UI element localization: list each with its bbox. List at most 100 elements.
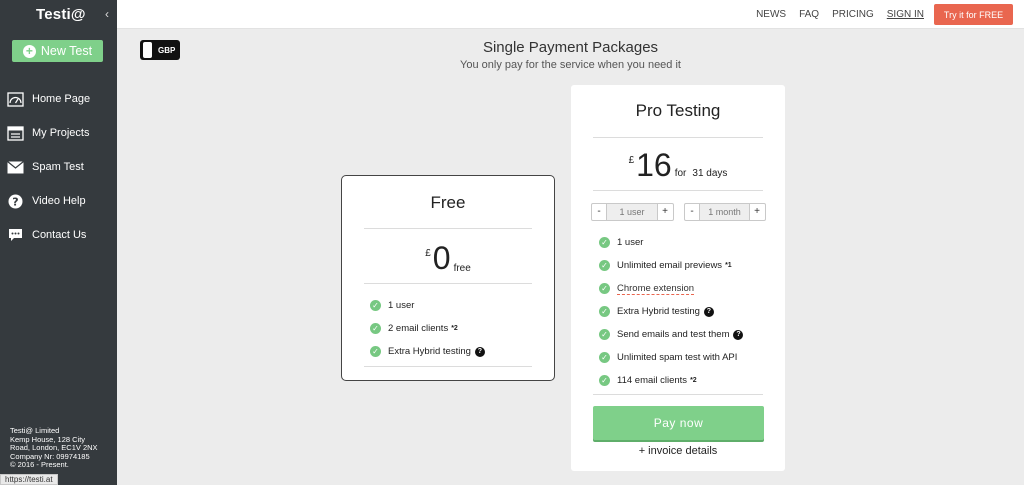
divider	[364, 283, 532, 284]
price-period: 31 days	[692, 168, 728, 179]
feature-text: Extra Hybrid testing	[388, 346, 471, 357]
feature-item: ✓ Extra Hybrid testing ?	[370, 340, 554, 363]
help-icon: ?	[7, 194, 24, 209]
help-icon[interactable]: ?	[474, 346, 485, 357]
sidebar-item-label: My Projects	[32, 127, 90, 139]
check-icon: ✓	[599, 283, 610, 294]
feature-text: 1 user	[388, 300, 415, 311]
divider	[593, 137, 763, 138]
feature-item: ✓ 2 email clients *2	[370, 317, 554, 340]
chrome-extension-link[interactable]: Chrome extension	[617, 283, 695, 295]
check-icon: ✓	[599, 260, 610, 271]
page-title: Single Payment Packages	[482, 39, 659, 56]
check-icon: ✓	[370, 300, 381, 311]
chevron-left-icon[interactable]: ‹	[105, 7, 109, 21]
price-suffix: free	[453, 263, 471, 274]
new-test-button[interactable]: + New Test	[12, 40, 103, 62]
sidebar-item-label: Video Help	[32, 195, 86, 207]
price-amount: 16	[636, 147, 672, 183]
feature-text: Unlimited email previews	[617, 260, 723, 271]
divider	[364, 366, 532, 367]
divider	[364, 228, 532, 229]
price-for: for	[674, 168, 687, 179]
logo-bar: Testi@ ‹	[0, 0, 117, 28]
plan-price: £ 16 for 31 days	[571, 147, 785, 183]
status-url: https://testi.at	[0, 474, 58, 485]
sidebar-item-my-projects[interactable]: My Projects	[0, 116, 117, 150]
new-test-label: New Test	[40, 44, 93, 58]
users-stepper: - 1 user +	[591, 203, 674, 221]
sidebar-item-contact-us[interactable]: Contact Us	[0, 218, 117, 252]
sidebar-item-video-help[interactable]: ? Video Help	[0, 184, 117, 218]
check-icon: ✓	[599, 352, 610, 363]
sidebar-item-spam-test[interactable]: Spam Test	[0, 150, 117, 184]
feature-item: ✓ Unlimited spam test with API	[599, 346, 785, 369]
feature-text: 114 email clients	[617, 375, 688, 386]
free-plan-card: Free £ 0 free ✓ 1 user ✓ 2 email clients…	[341, 175, 555, 381]
dashboard-icon	[7, 91, 24, 107]
feature-item: ✓ 1 user	[599, 231, 785, 254]
top-nav-bar: NEWS FAQ PRICING SIGN IN Try it for FREE	[117, 0, 1024, 29]
feature-item: ✓ Chrome extension	[599, 277, 785, 300]
users-value: 1 user	[607, 204, 657, 220]
nav-faq-link[interactable]: FAQ	[799, 9, 819, 20]
plan-price: £ 0 free	[342, 240, 554, 276]
users-decrement-button[interactable]: -	[592, 204, 607, 220]
page-subtitle: You only pay for the service when you ne…	[460, 59, 681, 71]
check-icon: ✓	[599, 306, 610, 317]
sidebar: Testi@ ‹ + New Test Home Page My Project…	[0, 0, 117, 485]
feature-list: ✓ 1 user ✓ Unlimited email previews *1 ✓…	[571, 231, 785, 392]
company-info: Testi@ Limited Kemp House, 128 City Road…	[10, 426, 110, 470]
currency-symbol: £	[628, 155, 635, 166]
feature-text: Send emails and test them	[617, 329, 730, 340]
feature-text: Unlimited spam test with API	[617, 352, 738, 363]
pay-now-button[interactable]: Pay now	[593, 406, 764, 440]
feature-item: ✓ 1 user	[370, 294, 554, 317]
check-icon: ✓	[599, 237, 610, 248]
months-decrement-button[interactable]: -	[685, 204, 700, 220]
users-increment-button[interactable]: +	[657, 204, 672, 220]
envelope-icon	[7, 160, 24, 175]
check-icon: ✓	[599, 329, 610, 340]
help-icon[interactable]: ?	[703, 306, 714, 317]
check-icon: ✓	[599, 375, 610, 386]
feature-text: 2 email clients	[388, 323, 449, 334]
try-free-button[interactable]: Try it for FREE	[934, 4, 1013, 25]
months-increment-button[interactable]: +	[749, 204, 764, 220]
months-value: 1 month	[700, 204, 749, 220]
svg-text:?: ?	[12, 195, 18, 208]
top-nav: NEWS FAQ PRICING SIGN IN	[756, 0, 924, 29]
copyright: © 2016 - Present.	[10, 460, 69, 469]
footnote-marker: *2	[451, 325, 458, 332]
plus-circle-icon: +	[22, 44, 36, 58]
divider	[593, 190, 763, 191]
feature-item: ✓ Unlimited email previews *1	[599, 254, 785, 277]
sidebar-item-label: Home Page	[32, 93, 91, 105]
chat-icon	[7, 228, 24, 243]
sidebar-item-label: Contact Us	[32, 229, 87, 241]
plan-name: Pro Testing	[635, 101, 721, 120]
logo[interactable]: Testi@	[36, 6, 86, 23]
nav-sign-in-link[interactable]: SIGN IN	[887, 9, 924, 20]
sidebar-item-home-page[interactable]: Home Page	[0, 82, 117, 116]
sidebar-nav: Home Page My Projects Spam Test ? Video …	[0, 82, 117, 252]
nav-pricing-link[interactable]: PRICING	[832, 9, 874, 20]
feature-text: 1 user	[617, 237, 644, 248]
sidebar-item-label: Spam Test	[32, 161, 84, 173]
nav-news-link[interactable]: NEWS	[756, 9, 786, 20]
plan-name: Free	[430, 193, 466, 212]
divider	[593, 394, 763, 395]
footnote-marker: *2	[690, 377, 697, 384]
price-amount: 0	[432, 240, 451, 276]
invoice-details-link[interactable]: + invoice details	[571, 445, 785, 457]
footnote-marker: *1	[725, 262, 732, 269]
help-icon[interactable]: ?	[733, 329, 744, 340]
currency-symbol: £	[425, 248, 431, 259]
check-icon: ✓	[370, 323, 381, 334]
feature-item: ✓ Extra Hybrid testing ?	[599, 300, 785, 323]
check-icon: ✓	[370, 346, 381, 357]
projects-icon	[7, 125, 24, 141]
feature-item: ✓ 114 email clients *2	[599, 369, 785, 392]
feature-item: ✓ Send emails and test them ?	[599, 323, 785, 346]
feature-list: ✓ 1 user ✓ 2 email clients *2 ✓ Extra Hy…	[342, 294, 554, 363]
